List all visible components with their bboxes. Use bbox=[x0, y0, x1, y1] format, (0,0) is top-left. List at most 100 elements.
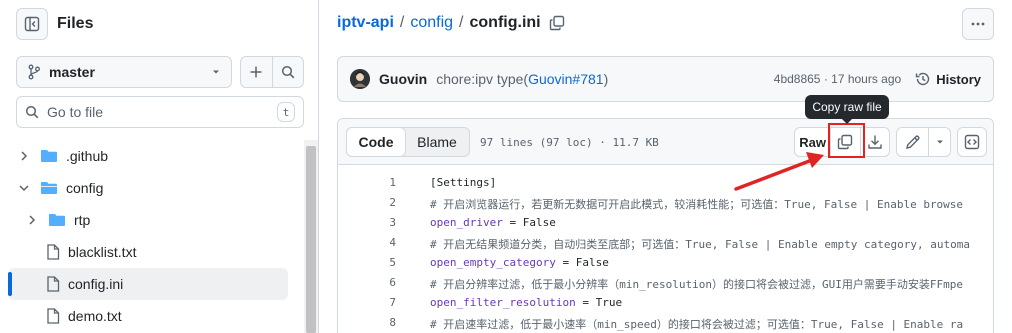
code-line: 8 # 开启速率过滤，低于最小速率（min_speed）的接口将会被过滤；可选值… bbox=[338, 313, 993, 333]
go-to-file-placeholder: Go to file bbox=[47, 104, 104, 120]
go-to-file-input[interactable]: Go to file t bbox=[16, 96, 304, 128]
file-viewer: Code Blame 97 lines (97 loc) · 11.7 KB R… bbox=[337, 118, 994, 333]
caret-down-icon bbox=[213, 70, 219, 74]
add-file-button[interactable] bbox=[241, 57, 272, 87]
history-label: History bbox=[936, 71, 981, 87]
commit-pr-link[interactable]: Guovin#781 bbox=[528, 71, 604, 87]
line-number[interactable]: 6 bbox=[338, 276, 396, 289]
code-line: 1 [Settings] bbox=[338, 173, 993, 193]
line-number[interactable]: 3 bbox=[338, 216, 396, 229]
collapse-sidebar-button[interactable] bbox=[16, 8, 48, 40]
config-key: open_empty_category bbox=[430, 256, 556, 269]
breadcrumb-repo-link[interactable]: iptv-api bbox=[337, 14, 394, 32]
code-line: 6 # 开启分辨率过滤，低于最小分辨率（min_resolution）的接口将会… bbox=[338, 273, 993, 293]
search-icon bbox=[281, 65, 295, 79]
tree-item-config[interactable]: config bbox=[8, 172, 288, 204]
tree-item-rtp[interactable]: rtp bbox=[8, 204, 288, 236]
view-mode-toggle: Code Blame bbox=[346, 127, 470, 157]
line-number[interactable]: 5 bbox=[338, 256, 396, 269]
tree-item-config-ini[interactable]: config.ini bbox=[8, 268, 288, 300]
line-text: # 开启分辨率过滤，低于最小分辨率（min_resolution）的接口将会被过… bbox=[430, 278, 963, 291]
history-icon bbox=[916, 72, 930, 86]
file-icon bbox=[47, 244, 60, 260]
plus-icon bbox=[250, 66, 262, 78]
folder-icon bbox=[41, 150, 57, 162]
config-key: open_filter_resolution bbox=[430, 296, 576, 309]
line-text: open_driver = False bbox=[430, 216, 556, 229]
tab-code[interactable]: Code bbox=[346, 127, 406, 157]
file-header: Code Blame 97 lines (97 loc) · 11.7 KB R… bbox=[338, 119, 993, 165]
chevron-down-icon bbox=[19, 185, 29, 192]
code-line: 4 # 开启无结果频道分类，自动归类至底部；可选值：True, False | … bbox=[338, 233, 993, 253]
tree-item-label: demo.txt bbox=[68, 308, 122, 324]
file-icon bbox=[47, 308, 60, 324]
tree-item-label: config.ini bbox=[68, 276, 124, 292]
tooltip: Copy raw file bbox=[805, 95, 889, 124]
code-square-icon bbox=[964, 134, 980, 150]
config-key: open_driver bbox=[430, 216, 503, 229]
file-info: 97 lines (97 loc) · 11.7 KB bbox=[480, 136, 659, 149]
edit-file-button[interactable] bbox=[897, 128, 928, 156]
line-text: open_filter_resolution = True bbox=[430, 296, 622, 309]
code-line: 7 open_filter_resolution = True bbox=[338, 293, 993, 313]
shortcut-key-badge: t bbox=[277, 102, 295, 122]
copy-path-button[interactable] bbox=[549, 15, 565, 31]
search-icon bbox=[25, 105, 39, 119]
config-value: = False bbox=[555, 256, 609, 269]
line-number[interactable]: 2 bbox=[338, 196, 396, 209]
edit-dropdown-button[interactable] bbox=[928, 128, 950, 156]
file-tree-sidebar: Files master Go to file t .github config… bbox=[0, 0, 319, 333]
breadcrumb-separator: / bbox=[399, 14, 405, 31]
chevron-right-icon bbox=[21, 151, 28, 161]
history-button[interactable]: History bbox=[915, 71, 981, 87]
caret-down-icon bbox=[936, 140, 943, 144]
line-number[interactable]: 4 bbox=[338, 236, 396, 249]
tree-item-demo[interactable]: demo.txt bbox=[8, 300, 288, 332]
download-icon bbox=[868, 135, 882, 149]
commit-message-text: chore:ipv type( bbox=[436, 71, 529, 87]
tab-blame[interactable]: Blame bbox=[405, 128, 469, 156]
breadcrumb-separator: / bbox=[459, 14, 464, 31]
chevron-right-icon bbox=[29, 215, 36, 225]
tree-item-label: blacklist.txt bbox=[68, 244, 137, 260]
commit-author[interactable]: Guovin bbox=[379, 71, 427, 87]
tree-item-label: .github bbox=[66, 148, 109, 164]
breadcrumb-folder-link[interactable]: config bbox=[410, 14, 453, 32]
commit-message[interactable]: chore:ipv type(Guovin#781) bbox=[436, 71, 608, 87]
line-text: [Settings] bbox=[430, 176, 497, 189]
config-value: = True bbox=[575, 296, 623, 309]
raw-button[interactable]: Raw bbox=[795, 128, 830, 156]
edit-actions bbox=[896, 127, 951, 157]
annotation-highlight-box bbox=[828, 123, 865, 158]
line-text: open_empty_category = False bbox=[430, 256, 609, 269]
folder-icon bbox=[49, 214, 65, 226]
pencil-icon bbox=[905, 135, 920, 149]
copy-icon bbox=[549, 15, 564, 31]
file-icon bbox=[47, 276, 60, 292]
kebab-horizontal-icon bbox=[971, 22, 985, 26]
line-number[interactable]: 8 bbox=[338, 316, 396, 329]
commit-sha-time[interactable]: 4bd8865 · 17 hours ago bbox=[774, 72, 901, 86]
git-branch-icon bbox=[28, 64, 40, 80]
symbols-panel-button[interactable] bbox=[957, 127, 987, 157]
search-code-button[interactable] bbox=[271, 57, 303, 87]
line-text: # 开启速率过滤，低于最小速率（min_speed）的接口将会被过滤；可选值：T… bbox=[430, 318, 964, 331]
commit-message-end: ) bbox=[603, 71, 609, 87]
tree-item-github[interactable]: .github bbox=[8, 140, 288, 172]
tree-item-label: config bbox=[66, 180, 104, 196]
folder-open-icon bbox=[41, 182, 57, 194]
branch-selector[interactable]: master bbox=[16, 56, 232, 88]
line-number[interactable]: 7 bbox=[338, 296, 396, 309]
avatar[interactable] bbox=[350, 69, 370, 89]
tree-item-blacklist[interactable]: blacklist.txt bbox=[8, 236, 288, 268]
line-number[interactable]: 1 bbox=[338, 176, 396, 189]
latest-commit-bar: Guovin chore:ipv type(Guovin#781) 4bd886… bbox=[337, 56, 994, 102]
sidebar-scrollbar-thumb[interactable] bbox=[306, 146, 316, 333]
tree-item-label: rtp bbox=[74, 212, 91, 228]
sidebar-collapse-icon bbox=[24, 16, 40, 32]
more-options-button[interactable] bbox=[962, 8, 994, 40]
sidebar-title: Files bbox=[57, 15, 94, 32]
active-item-indicator bbox=[8, 272, 12, 296]
branch-name: master bbox=[49, 64, 95, 80]
breadcrumb-current-file: config.ini bbox=[469, 14, 541, 31]
